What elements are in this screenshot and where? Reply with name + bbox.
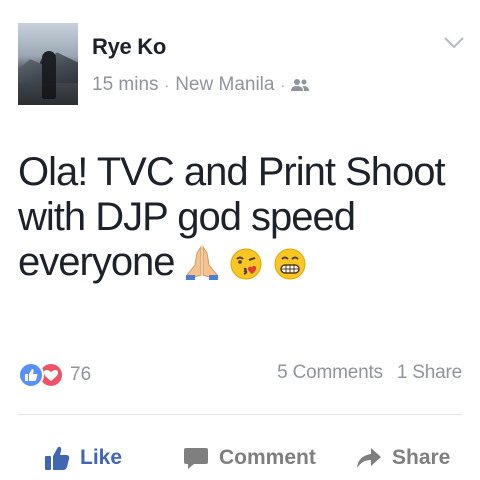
chevron-down-icon[interactable] bbox=[443, 36, 465, 50]
facebook-post: Rye Ko 15 mins · New Manila · Ola! TVC a… bbox=[0, 0, 480, 480]
reaction-count: 76 bbox=[70, 364, 92, 385]
comments-count[interactable]: 5 Comments bbox=[277, 362, 383, 384]
like-label: Like bbox=[80, 446, 123, 469]
like-button[interactable]: Like bbox=[44, 438, 122, 478]
engagement-counts: 5 Comments 1 Share bbox=[277, 362, 462, 384]
comment-icon bbox=[184, 448, 208, 469]
friends-icon[interactable] bbox=[291, 78, 310, 92]
post-location[interactable]: New Manila bbox=[175, 74, 274, 96]
comment-button[interactable]: Comment bbox=[183, 438, 316, 478]
kissing-heart-icon bbox=[230, 248, 262, 280]
shares-count[interactable]: 1 Share bbox=[397, 362, 462, 384]
grimacing-icon bbox=[274, 248, 306, 280]
post-text: Ola! TVC and Print Shoot with DJP god sp… bbox=[18, 150, 468, 285]
meta-separator-2: · bbox=[280, 77, 286, 93]
folded-hands-icon bbox=[185, 245, 218, 280]
share-label: Share bbox=[392, 446, 451, 469]
share-icon bbox=[357, 448, 381, 468]
author-name[interactable]: Rye Ko bbox=[92, 34, 166, 60]
action-bar: Like Comment Share bbox=[0, 438, 480, 478]
share-button[interactable]: Share bbox=[356, 438, 450, 478]
avatar[interactable] bbox=[18, 23, 78, 105]
post-meta: 15 mins · New Manila · bbox=[92, 74, 310, 96]
meta-separator: · bbox=[164, 77, 170, 93]
comment-label: Comment bbox=[219, 446, 316, 469]
like-reaction-icon bbox=[18, 362, 44, 388]
reactions-summary[interactable]: 76 bbox=[18, 360, 91, 390]
thumbs-up-icon bbox=[45, 446, 70, 470]
post-time[interactable]: 15 mins bbox=[92, 74, 159, 96]
divider bbox=[18, 414, 462, 415]
